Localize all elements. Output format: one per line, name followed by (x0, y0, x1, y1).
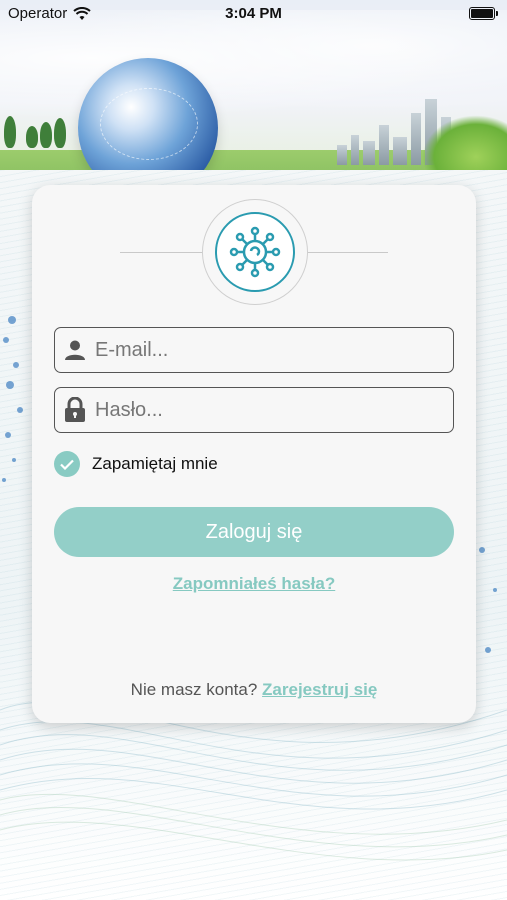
remember-me-label: Zapamiętaj mnie (92, 454, 218, 473)
status-bar: Operator 3:04 PM (0, 0, 507, 28)
register-prompt: Nie masz konta? (130, 680, 258, 699)
email-input[interactable] (95, 338, 435, 362)
remember-me-checkbox[interactable]: Zapamiętaj mnie (54, 451, 218, 477)
email-field[interactable] (54, 327, 454, 373)
virus-molecule-logo-icon (229, 226, 281, 278)
login-button[interactable]: Zaloguj się (54, 507, 454, 557)
logo-inner (215, 212, 295, 292)
register-link[interactable]: Zarejestruj się (262, 680, 377, 699)
password-field[interactable] (54, 387, 454, 433)
divider-left (120, 252, 204, 253)
battery-icon (469, 7, 498, 20)
lock-icon (55, 397, 95, 423)
checkmark-icon[interactable] (54, 451, 80, 477)
register-row: Nie masz konta? Zarejestruj się (32, 680, 476, 700)
forgot-password-link[interactable]: Zapomniałeś hasła? (32, 574, 476, 594)
divider-right (304, 252, 388, 253)
user-icon (55, 339, 95, 361)
status-time: 3:04 PM (225, 5, 282, 22)
password-input[interactable] (95, 398, 435, 422)
login-card: Zapamiętaj mnie Zaloguj się Zapomniałeś … (32, 185, 476, 723)
logo-circle (202, 199, 308, 305)
